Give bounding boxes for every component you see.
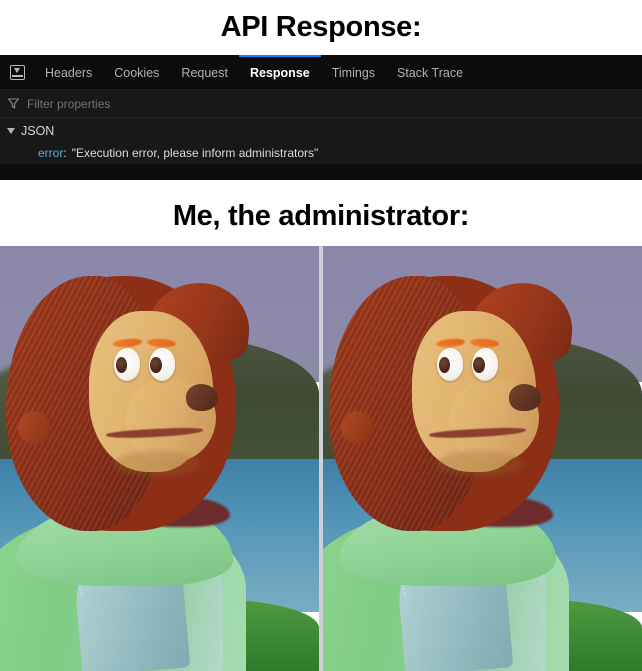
monkey-puppet — [323, 246, 642, 671]
puppet-pupil-left — [438, 357, 451, 374]
funnel-icon — [7, 97, 20, 110]
tab-stack-trace[interactable]: Stack Trace — [386, 55, 474, 89]
filter-properties-input[interactable]: Filter properties — [0, 90, 642, 118]
monkey-puppet-frame-left — [0, 246, 319, 671]
panel-toggle-button[interactable] — [0, 55, 34, 89]
puppet-face — [412, 311, 542, 477]
puppet-eyebrow-right — [470, 337, 500, 348]
meme-image-monkey-puppet — [0, 246, 642, 671]
puppet-pupil-right — [150, 357, 162, 374]
monkey-puppet-frame-right — [323, 246, 642, 671]
puppet-pupil-left — [115, 357, 128, 374]
puppet-eyebrow-left — [435, 337, 465, 348]
tab-response-label: Response — [249, 66, 310, 80]
tab-stack-trace-label: Stack Trace — [397, 66, 464, 80]
puppet-chin-shadow — [113, 451, 201, 477]
page-title-me-the-administrator: Me, the administrator: — [172, 200, 470, 232]
tab-timings-label: Timings — [331, 66, 376, 80]
puppet-eye-right — [471, 348, 498, 381]
puppet-nose — [185, 383, 219, 412]
json-entry-separator: : — [63, 146, 67, 160]
tab-cookies[interactable]: Cookies — [103, 55, 170, 89]
tab-cookies-label: Cookies — [114, 66, 160, 80]
devtools-network-details-panel: Headers Cookies Request Response Timings… — [0, 55, 642, 180]
monkey-puppet — [0, 246, 319, 671]
puppet-nose — [508, 383, 542, 412]
puppet-head — [6, 275, 254, 531]
puppet-eye-right — [148, 348, 175, 381]
devtools-tab-bar: Headers Cookies Request Response Timings… — [0, 55, 642, 90]
puppet-pupil-right — [473, 357, 485, 374]
tab-response[interactable]: Response — [238, 55, 321, 89]
puppet-chin-shadow — [436, 451, 524, 477]
puppet-ear — [340, 410, 373, 445]
puppet-eye-left — [436, 348, 463, 381]
tab-request[interactable]: Request — [170, 55, 239, 89]
json-entry-value: "Execution error, please inform administ… — [71, 146, 319, 160]
puppet-eyebrow-left — [112, 337, 142, 348]
puppet-face — [89, 311, 219, 477]
puppet-head — [329, 275, 577, 531]
tab-request-label: Request — [181, 66, 228, 80]
puppet-eye-left — [113, 348, 140, 381]
json-root-row[interactable]: JSON — [0, 120, 642, 142]
puppet-eyebrow-right — [147, 337, 177, 348]
filter-properties-placeholder: Filter properties — [27, 96, 111, 111]
tab-headers-label: Headers — [45, 66, 93, 80]
json-root-label: JSON — [21, 124, 55, 138]
json-entry-key: error — [38, 146, 64, 160]
json-response-tree: JSON error : "Execution error, please in… — [0, 118, 642, 164]
page-title-api-response: API Response: — [220, 11, 422, 43]
network-details-panel-icon — [9, 64, 25, 80]
chevron-down-icon[interactable] — [7, 128, 15, 134]
json-entry-error[interactable]: error : "Execution error, please inform … — [0, 142, 642, 164]
puppet-ear — [17, 410, 50, 445]
tab-timings[interactable]: Timings — [321, 55, 386, 89]
tab-headers[interactable]: Headers — [34, 55, 103, 89]
